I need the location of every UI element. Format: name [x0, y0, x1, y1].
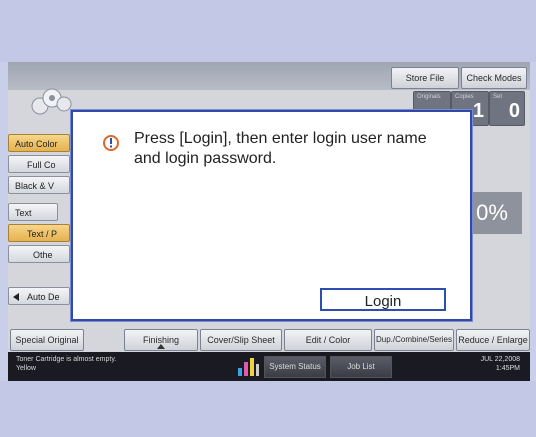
tab-finishing[interactable]: Finishing	[124, 329, 198, 351]
date-time: JUL 22,2008 1:45PM	[481, 355, 520, 373]
auto-density-label: Auto De	[27, 292, 60, 302]
full-color-button[interactable]: Full Co	[8, 155, 70, 173]
status-bar: Toner Cartridge is almost empty. Yellow …	[8, 352, 530, 381]
tab-cover-slip-sheet[interactable]: Cover/Slip Sheet	[200, 329, 282, 351]
tab-special-original[interactable]: Special Original	[10, 329, 84, 351]
toner-warning-text: Toner Cartridge is almost empty.	[16, 356, 117, 363]
bezel-top	[0, 0, 536, 62]
store-file-button[interactable]: Store File	[391, 67, 459, 89]
black-white-button[interactable]: Black & V	[8, 176, 70, 194]
other-mode-button[interactable]: Othe	[8, 245, 70, 263]
dialog-message: Press [Login], then enter login user nam…	[134, 130, 427, 167]
tab-dup-combine-series[interactable]: Dup./Combine/Series	[374, 329, 454, 351]
check-modes-button[interactable]: Check Modes	[461, 67, 527, 89]
set-value: 0	[508, 100, 520, 122]
auto-color-button[interactable]: Auto Color	[8, 134, 70, 152]
system-status-button[interactable]: System Status	[264, 356, 326, 378]
job-list-button[interactable]: Job List	[330, 356, 392, 378]
set-caption: Set	[493, 94, 503, 100]
special-original-label: Special Original	[15, 335, 79, 345]
warning-icon	[103, 135, 119, 151]
time-text: 1:45PM	[495, 365, 520, 372]
text-mode-button[interactable]: Text	[8, 203, 58, 221]
tab-reduce-enlarge[interactable]: Reduce / Enlarge	[456, 329, 530, 351]
date-text: JUL 22,2008	[480, 356, 520, 363]
arrow-left-icon	[13, 293, 19, 301]
login-prompt-dialog: Press [Login], then enter login user nam…	[71, 110, 472, 321]
copies-caption: Copies	[455, 94, 474, 100]
copier-panel-screen: Store File Check Modes Originals Copies …	[8, 62, 530, 381]
status-message: Toner Cartridge is almost empty. Yellow	[16, 355, 116, 373]
toner-level-icon	[236, 358, 260, 376]
login-button[interactable]: Login	[320, 288, 446, 311]
copies-value: 1	[472, 100, 484, 122]
tab-edit-color[interactable]: Edit / Color	[284, 329, 372, 351]
toner-color-text: Yellow	[16, 365, 36, 372]
set-counter: Set 0	[489, 91, 525, 126]
originals-caption: Originals	[417, 94, 441, 100]
auto-density-button[interactable]: Auto De	[8, 287, 70, 305]
bezel-bottom	[0, 381, 536, 437]
triangle-up-icon	[157, 344, 165, 349]
text-photo-button[interactable]: Text / P	[8, 224, 70, 242]
